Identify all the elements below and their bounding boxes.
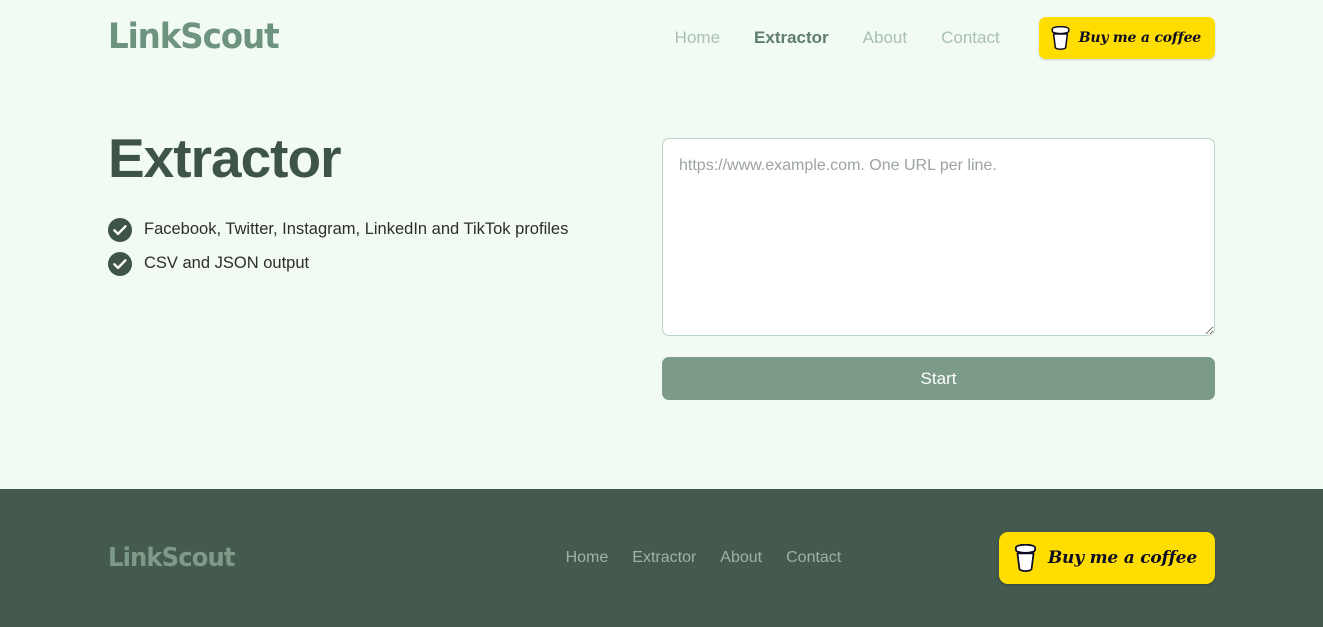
nav-item-home[interactable]: Home: [658, 28, 737, 48]
footer-nav-item-contact[interactable]: Contact: [774, 549, 853, 567]
list-item: Facebook, Twitter, Instagram, LinkedIn a…: [108, 217, 662, 242]
check-circle-icon: [108, 251, 132, 276]
site-logo[interactable]: LinkScout: [108, 20, 280, 55]
footer-nav-item-home[interactable]: Home: [554, 549, 621, 567]
feature-list: Facebook, Twitter, Instagram, LinkedIn a…: [108, 217, 662, 276]
extractor-form: Start: [662, 130, 1215, 400]
site-footer: LinkScout Home Extractor About Contact B…: [0, 489, 1323, 627]
site-header: LinkScout Home Extractor About Contact B…: [0, 0, 1323, 75]
intro-column: Extractor Facebook, Twitter, Instagram, …: [108, 127, 662, 400]
footer-nav-item-extractor[interactable]: Extractor: [620, 549, 708, 567]
url-input[interactable]: [662, 138, 1215, 336]
feature-text: CSV and JSON output: [144, 254, 310, 273]
feature-text: Facebook, Twitter, Instagram, LinkedIn a…: [144, 220, 569, 239]
footer-logo[interactable]: LinkScout: [108, 543, 424, 573]
nav-item-contact[interactable]: Contact: [924, 28, 1017, 48]
buy-me-a-coffee-label-footer: Buy me a coffee: [1047, 548, 1197, 568]
footer-navigation: Home Extractor About Contact: [408, 549, 999, 567]
list-item: CSV and JSON output: [108, 251, 662, 276]
buy-me-a-coffee-label-header: Buy me a coffee: [1078, 29, 1201, 46]
buy-me-a-coffee-button-header[interactable]: Buy me a coffee: [1038, 16, 1215, 59]
nav-item-extractor[interactable]: Extractor: [737, 28, 846, 48]
footer-nav-item-about[interactable]: About: [708, 549, 774, 567]
check-circle-icon: [108, 217, 132, 242]
start-button[interactable]: Start: [662, 357, 1215, 400]
coffee-cup-icon: [1013, 544, 1038, 572]
primary-navigation: Home Extractor About Contact Buy me a co…: [658, 16, 1215, 59]
coffee-cup-icon: [1050, 25, 1071, 50]
nav-item-about[interactable]: About: [846, 28, 924, 48]
page-title: Extractor: [108, 127, 341, 189]
buy-me-a-coffee-button-footer[interactable]: Buy me a coffee: [998, 532, 1215, 584]
main-content: Extractor Facebook, Twitter, Instagram, …: [0, 75, 1323, 400]
